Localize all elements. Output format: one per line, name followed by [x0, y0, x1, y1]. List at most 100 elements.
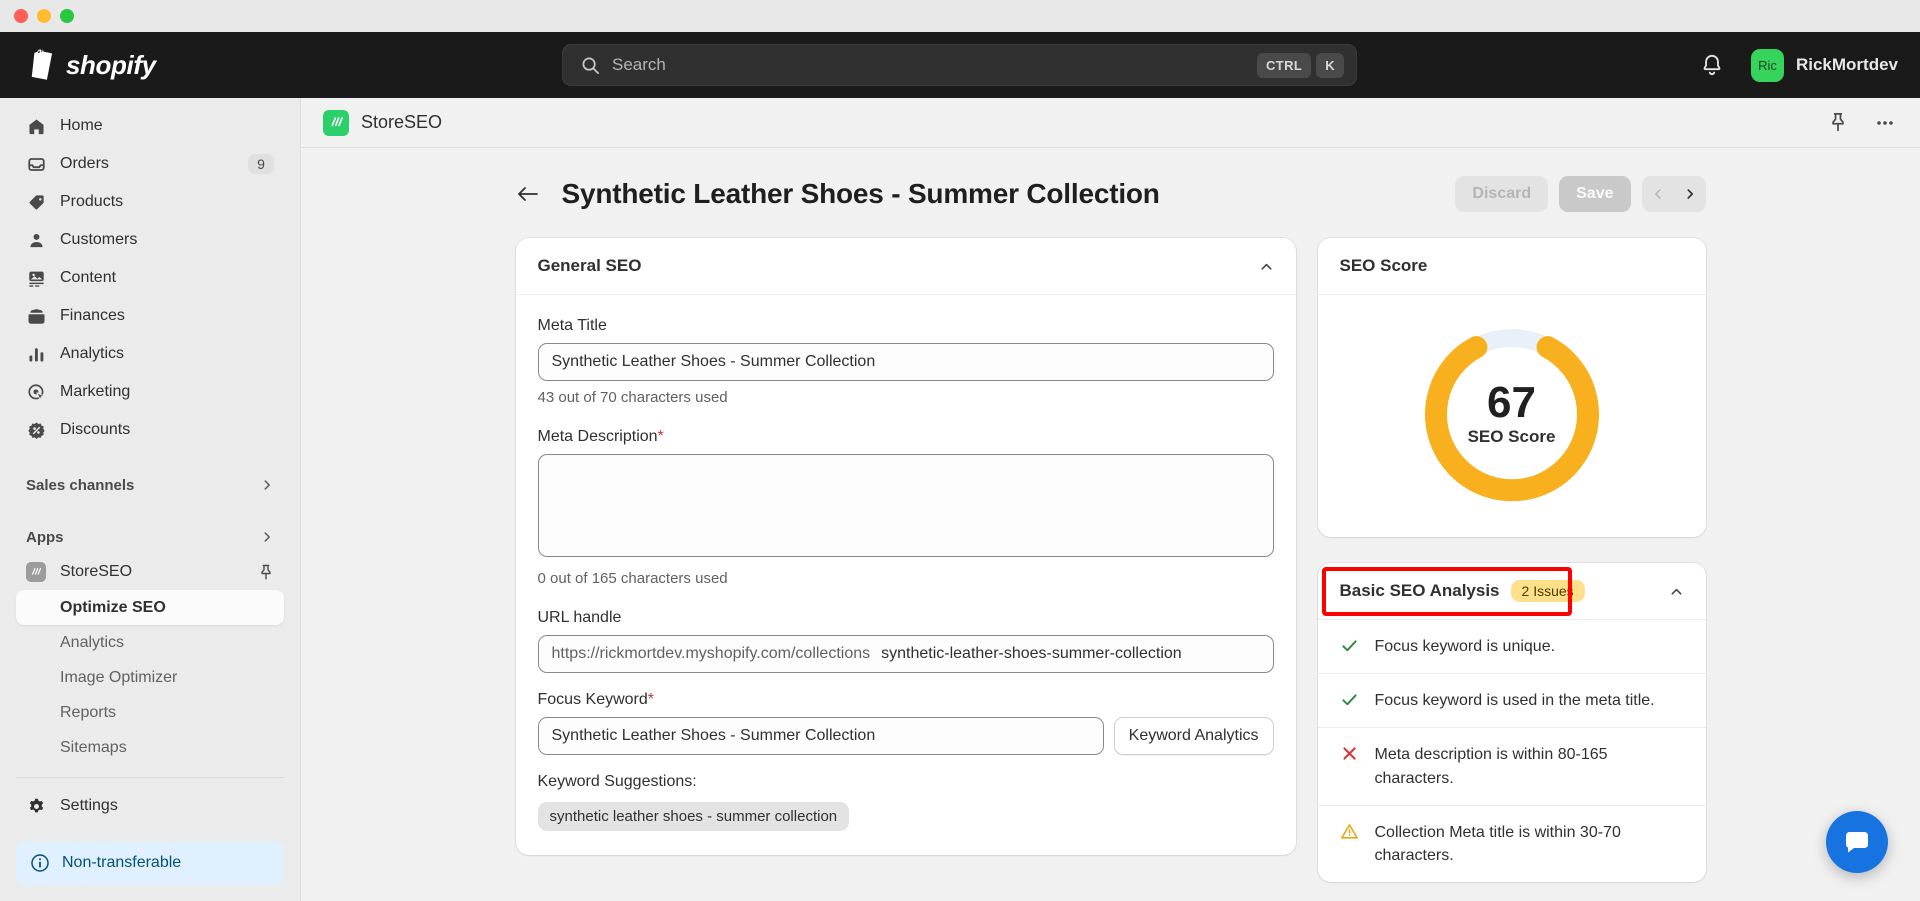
- sidebar-item-products[interactable]: Products: [16, 184, 284, 220]
- sidebar-divider: [16, 777, 284, 778]
- avatar: Ric: [1750, 48, 1784, 82]
- sidebar-item-customers[interactable]: Customers: [16, 222, 284, 258]
- window-close-button[interactable]: [14, 9, 28, 23]
- sidebar-item-analytics-app[interactable]: Analytics: [16, 625, 284, 660]
- window-maximize-button[interactable]: [60, 9, 74, 23]
- back-button[interactable]: [516, 182, 540, 206]
- meta-description-label-text: Meta Description: [537, 428, 658, 445]
- url-handle-input[interactable]: https://rickmortdev.myshopify.com/collec…: [537, 635, 1274, 673]
- sidebar-item-image-optimizer[interactable]: Image Optimizer: [16, 660, 284, 695]
- chevron-left-icon: [1654, 189, 1660, 199]
- chevron-right-icon: [264, 480, 270, 490]
- sidebar-item-label: Analytics: [60, 345, 125, 362]
- keyword-suggestion-chip[interactable]: synthetic leather shoes - summer collect…: [537, 802, 850, 831]
- analysis-item: Focus keyword is unique.: [1317, 620, 1706, 675]
- general-seo-card: General SEO Meta Title 43 out of 70 char…: [515, 238, 1296, 855]
- general-seo-card-header[interactable]: General SEO: [515, 238, 1296, 295]
- non-transferable-banner[interactable]: Non-transferable: [16, 841, 284, 885]
- target-cursor-icon: [26, 382, 46, 402]
- sidebar-item-label: Settings: [60, 797, 118, 814]
- page-scroll-area[interactable]: Synthetic Leather Shoes - Summer Collect…: [301, 148, 1920, 901]
- focus-keyword-label-text: Focus Keyword: [537, 691, 648, 708]
- app-bar-title: StoreSEO: [361, 112, 443, 132]
- keyword-analytics-button[interactable]: Keyword Analytics: [1113, 717, 1274, 755]
- sidebar-subitem-label: Sitemaps: [60, 738, 127, 756]
- storeseo-logo-icon: [323, 109, 349, 136]
- section-label: Sales channels: [26, 476, 135, 494]
- sidebar-item-optimize-seo[interactable]: Optimize SEO: [16, 590, 284, 625]
- chevron-up-icon[interactable]: [1669, 584, 1684, 599]
- sidebar-section-sales-channels[interactable]: Sales channels: [16, 468, 284, 502]
- discard-button[interactable]: Discard: [1455, 176, 1549, 212]
- sidebar-item-reports[interactable]: Reports: [16, 695, 284, 730]
- previous-record-button[interactable]: [1642, 176, 1674, 212]
- basic-seo-analysis-card: Basic SEO Analysis 2 Issues Focus keywor…: [1317, 563, 1706, 883]
- ellipsis-icon[interactable]: [1874, 112, 1896, 134]
- orders-badge: 9: [248, 154, 274, 174]
- window-titlebar: [0, 0, 1920, 32]
- search-input[interactable]: Search: [612, 55, 1252, 75]
- keyword-suggestions-label: Keyword Suggestions:: [537, 773, 697, 790]
- sidebar-subitem-label: Optimize SEO: [60, 598, 166, 616]
- sidebar-item-finances[interactable]: Finances: [16, 298, 284, 334]
- url-prefix: https://rickmortdev.myshopify.com/collec…: [551, 645, 871, 662]
- analysis-item: Collection Meta title is within 30-70 ch…: [1318, 806, 1706, 882]
- seo-score-center: 67 SEO Score: [1419, 321, 1605, 507]
- basic-seo-analysis-header[interactable]: Basic SEO Analysis 2 Issues: [1317, 563, 1706, 620]
- sidebar-item-analytics[interactable]: Analytics: [16, 336, 284, 372]
- arrow-left-icon: [517, 187, 538, 201]
- record-pager: [1641, 176, 1706, 212]
- chevron-up-icon[interactable]: [1259, 259, 1274, 274]
- wallet-icon: [26, 306, 46, 326]
- analysis-item-text: Focus keyword is unique.: [1374, 638, 1556, 655]
- sidebar-app-storeseo[interactable]: StoreSEO: [16, 554, 284, 590]
- next-record-button[interactable]: [1674, 176, 1706, 212]
- card-title: Basic SEO Analysis: [1339, 581, 1500, 600]
- pin-icon[interactable]: [258, 564, 274, 581]
- shopify-logo[interactable]: shopify: [0, 49, 300, 81]
- sidebar-item-sitemaps[interactable]: Sitemaps: [16, 730, 284, 765]
- sidebar-item-home[interactable]: Home: [16, 108, 284, 144]
- focus-keyword-row: Keyword Analytics: [537, 717, 1274, 755]
- content-image-icon: [26, 268, 46, 288]
- seo-score-caption: SEO Score: [1467, 427, 1556, 446]
- sidebar-item-marketing[interactable]: Marketing: [16, 374, 284, 410]
- focus-keyword-label: Focus Keyword*: [538, 691, 1274, 709]
- focus-keyword-input[interactable]: [537, 717, 1104, 755]
- sidebar-app-label: StoreSEO: [60, 563, 133, 580]
- user-menu[interactable]: Ric RickMortdev: [1750, 48, 1898, 82]
- meta-description-label: Meta Description*: [538, 428, 1274, 446]
- sidebar-item-orders[interactable]: Orders 9: [16, 146, 284, 182]
- seo-score-card: SEO Score 67 SEO Score: [1317, 238, 1706, 537]
- search-shortcut-ctrl: CTRL: [1256, 52, 1312, 78]
- orders-inbox-icon: [26, 154, 46, 174]
- sidebar-item-content[interactable]: Content: [16, 260, 284, 296]
- tag-icon: [26, 192, 46, 212]
- sidebar-item-label: Marketing: [60, 383, 131, 400]
- storeseo-app-icon: [26, 562, 46, 582]
- sidebar-item-discounts[interactable]: Discounts: [16, 412, 284, 448]
- save-button[interactable]: Save: [1559, 176, 1631, 212]
- global-search-bar[interactable]: Search CTRL K: [562, 44, 1357, 86]
- gear-icon: [26, 796, 46, 816]
- pin-icon[interactable]: [1828, 112, 1848, 133]
- sidebar-item-label: Orders: [60, 155, 109, 172]
- right-column: SEO Score 67 SEO Score Basic SEO Analysi…: [1317, 238, 1706, 883]
- shopify-bag-icon: [31, 49, 53, 80]
- window-minimize-button[interactable]: [37, 9, 51, 23]
- analysis-item-text: Meta description is within 80-165 charac…: [1374, 746, 1608, 787]
- main-sidebar: Home Orders 9 Products Customers Content…: [0, 98, 300, 901]
- page-title: Synthetic Leather Shoes - Summer Collect…: [561, 178, 1160, 209]
- sidebar-item-label: Customers: [60, 231, 138, 248]
- sidebar-item-settings[interactable]: Settings: [16, 788, 284, 824]
- sidebar-section-apps[interactable]: Apps: [16, 520, 284, 554]
- shopify-wordmark: shopify: [66, 49, 156, 80]
- bell-icon[interactable]: [1699, 52, 1725, 78]
- info-circle-icon: [31, 854, 49, 872]
- meta-title-input[interactable]: [537, 343, 1274, 381]
- sidebar-item-label: Products: [60, 193, 124, 210]
- chat-support-button[interactable]: [1826, 811, 1888, 873]
- analysis-item: Focus keyword is used in the meta title.: [1317, 674, 1706, 729]
- cross-icon: [1342, 747, 1356, 761]
- meta-description-textarea[interactable]: [537, 454, 1274, 557]
